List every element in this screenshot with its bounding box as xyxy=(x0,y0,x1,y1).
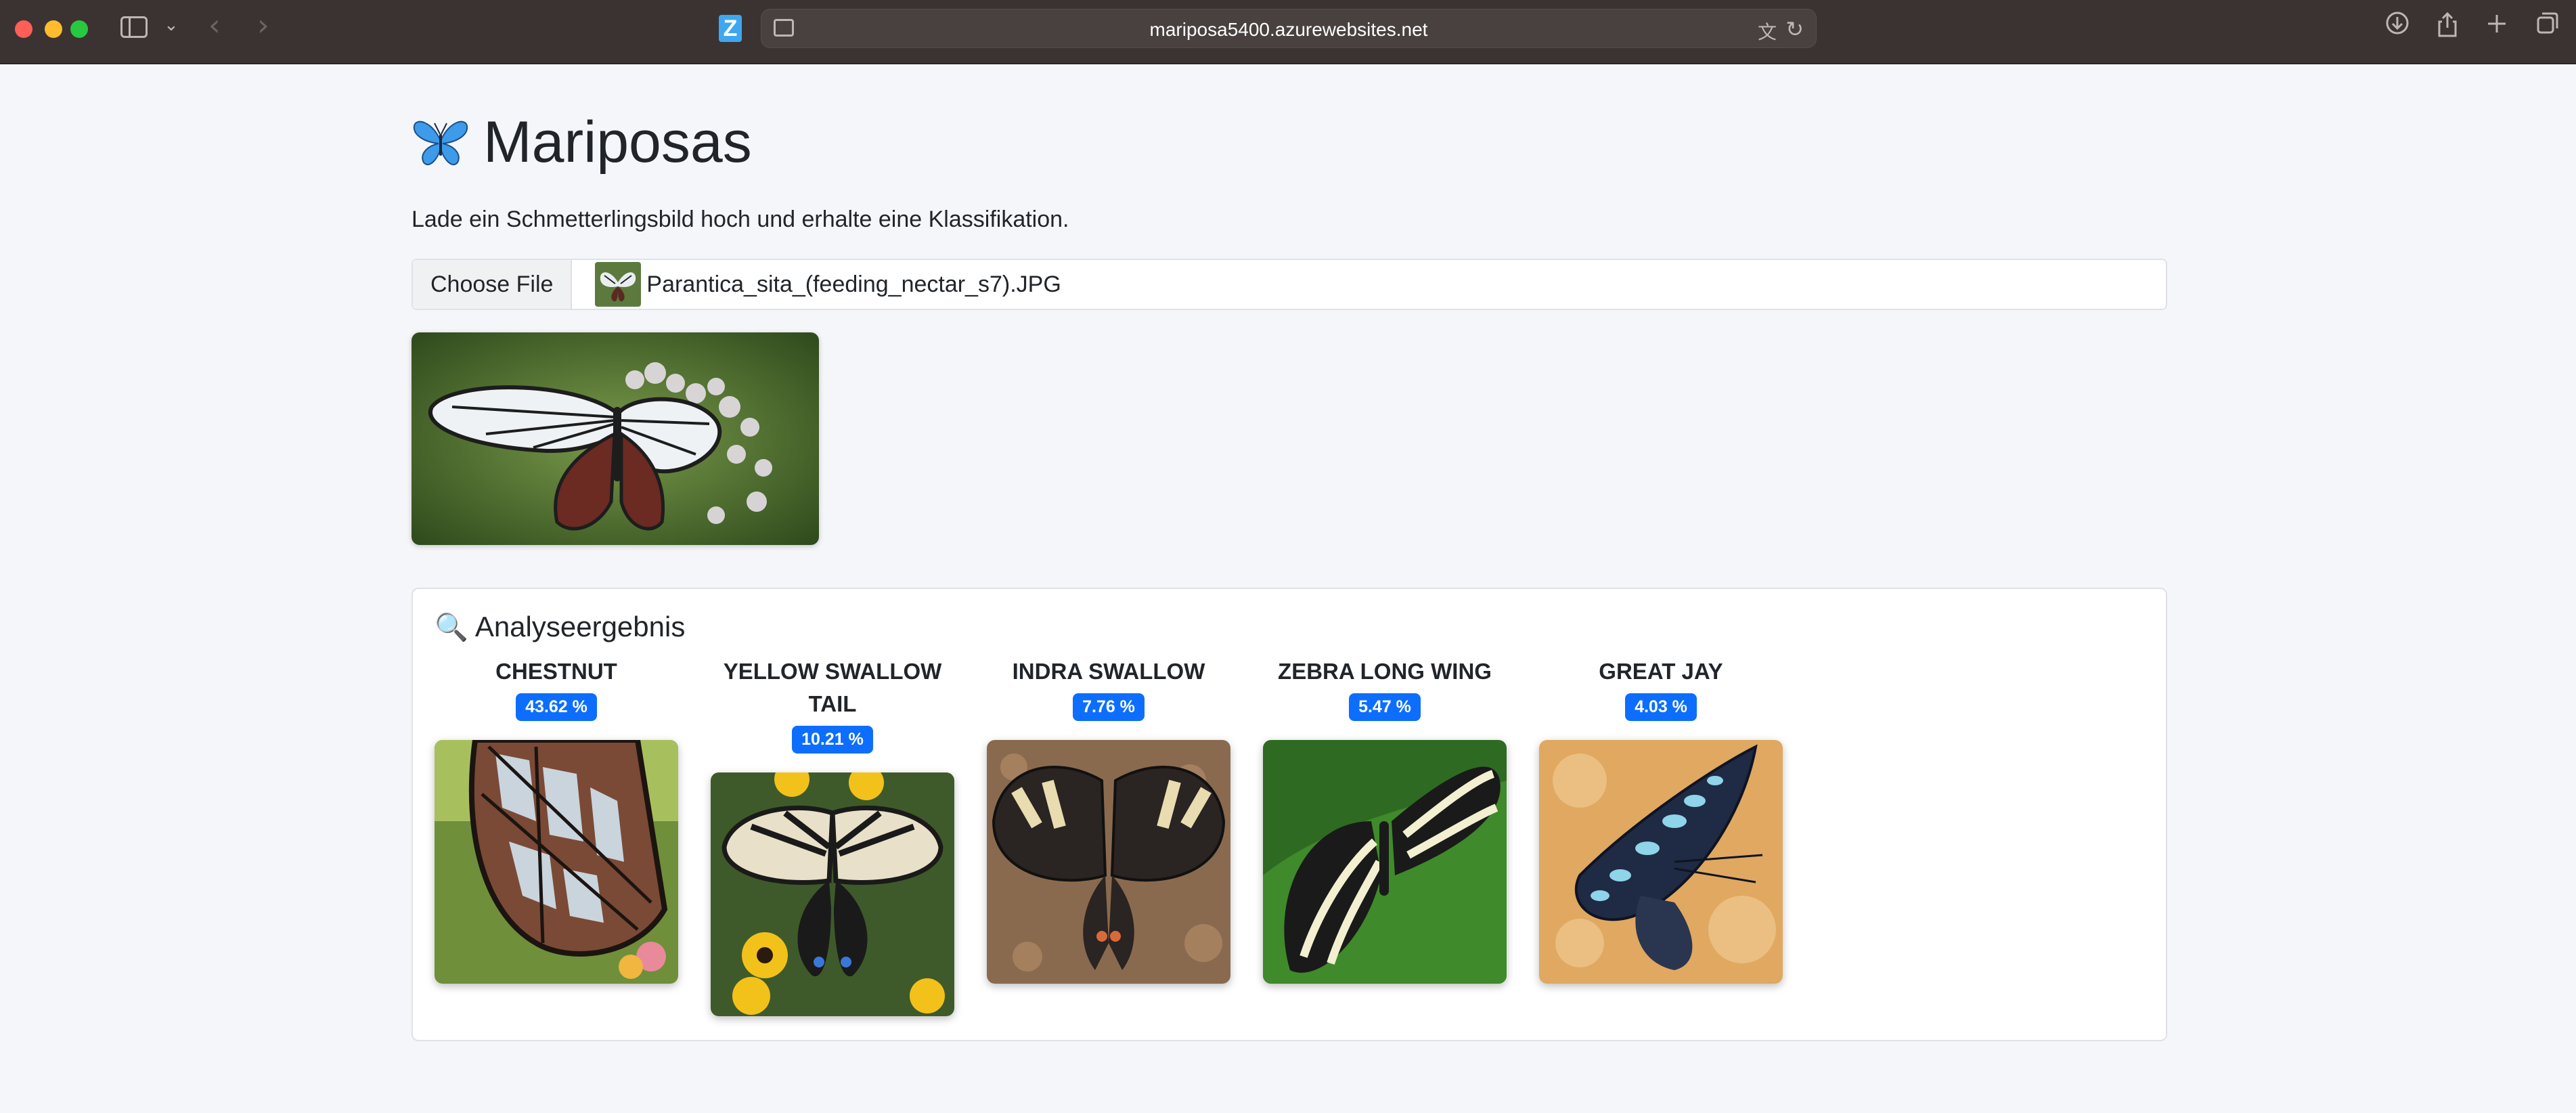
tab-overview-icon[interactable] xyxy=(2535,11,2560,42)
title-text: Mariposas xyxy=(483,110,752,175)
zotero-icon[interactable]: Z xyxy=(719,15,742,42)
prediction-percent-badge: 10.21 % xyxy=(792,726,873,754)
butterfly-icon xyxy=(413,121,468,165)
prediction-percent-badge: 4.03 % xyxy=(1625,693,1697,721)
url-text[interactable]: mariposa5400.azurewebsites.net xyxy=(761,19,1816,41)
prediction-name: YELLOW SWALLOW TAIL xyxy=(723,659,942,716)
prediction-image xyxy=(1539,740,1783,984)
result-card: 🔍 Analyseergebnis CHESTNUT 43.62 % YELLO… xyxy=(412,588,2167,1041)
prediction-name: INDRA SWALLOW xyxy=(1012,659,1205,684)
browser-toolbar: ⌄ ‹ › Z mariposa5400.azurewebsites.net 文… xyxy=(0,0,2576,64)
file-thumbnail xyxy=(595,262,642,307)
prediction-item: GREAT JAY 4.03 % xyxy=(1539,655,1783,984)
prediction-name: CHESTNUT xyxy=(495,659,617,684)
close-window-button[interactable] xyxy=(15,20,32,38)
prediction-image xyxy=(1263,740,1507,984)
prediction-item: YELLOW SWALLOW TAIL 10.21 % xyxy=(711,655,954,1016)
prediction-percent-badge: 7.76 % xyxy=(1073,693,1145,721)
prediction-name: GREAT JAY xyxy=(1599,659,1723,684)
new-tab-icon[interactable] xyxy=(2485,11,2508,42)
prediction-name: ZEBRA LONG WING xyxy=(1278,659,1492,684)
prediction-item: ZEBRA LONG WING 5.47 % xyxy=(1263,655,1507,984)
result-heading: 🔍 Analyseergebnis xyxy=(435,611,685,643)
address-bar[interactable]: mariposa5400.azurewebsites.net 文 ↻ xyxy=(761,9,1817,48)
minimize-window-button[interactable] xyxy=(45,20,62,38)
subtitle: Lade ein Schmetterlingsbild hoch und erh… xyxy=(412,206,1069,232)
prediction-item: INDRA SWALLOW 7.76 % xyxy=(987,655,1230,984)
file-upload-field[interactable]: Choose File Parantica_sita_(feeding_nect… xyxy=(412,259,2167,310)
translate-icon[interactable]: 文 xyxy=(1758,18,1777,45)
uploaded-image-preview xyxy=(412,332,819,545)
zoom-window-button[interactable] xyxy=(70,20,88,38)
chevron-down-icon[interactable]: ⌄ xyxy=(164,15,179,35)
prediction-image xyxy=(435,740,678,984)
magnifier-icon: 🔍 xyxy=(435,611,468,643)
prediction-image xyxy=(987,740,1230,984)
sidebar-icon[interactable] xyxy=(120,16,148,38)
back-arrow-icon[interactable]: ‹ xyxy=(208,8,221,43)
prediction-percent-badge: 5.47 % xyxy=(1349,693,1421,721)
prediction-item: CHESTNUT 43.62 % xyxy=(435,655,678,984)
choose-file-button[interactable]: Choose File xyxy=(413,260,573,309)
file-name: Parantica_sita_(feeding_nectar_s7).JPG xyxy=(646,271,1061,297)
page-title: Mariposas xyxy=(412,109,752,176)
reload-icon[interactable]: ↻ xyxy=(1785,16,1804,42)
download-icon[interactable] xyxy=(2385,11,2410,42)
share-icon[interactable] xyxy=(2435,11,2460,45)
prediction-percent-badge: 43.62 % xyxy=(516,693,597,721)
prediction-image xyxy=(711,772,954,1016)
forward-arrow-icon[interactable]: › xyxy=(257,8,269,43)
result-heading-text: Analyseergebnis xyxy=(474,611,686,642)
